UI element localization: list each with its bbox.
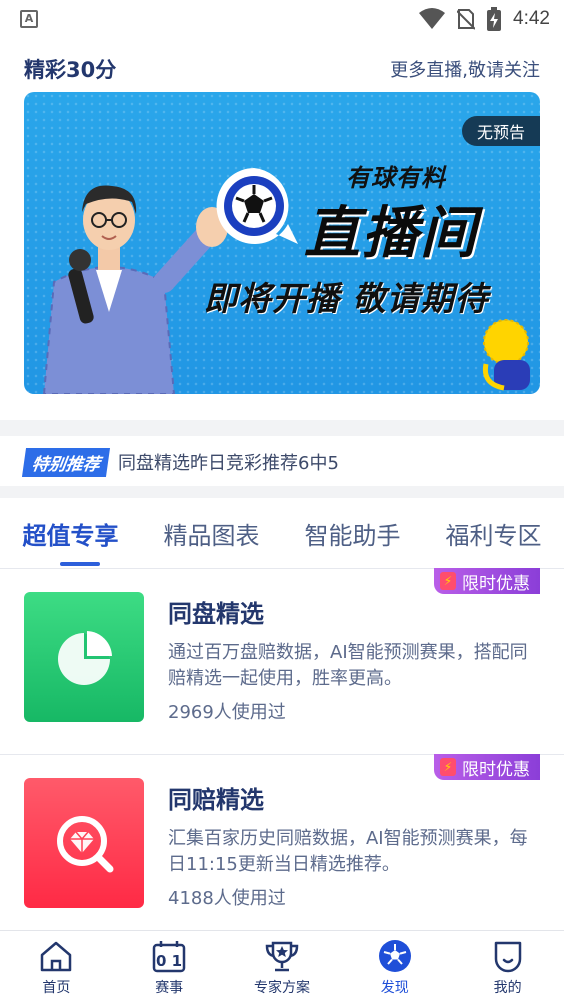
card-title: 同赔精选 [168, 786, 264, 814]
card-thumbnail [24, 592, 144, 722]
card-title: 同盘精选 [168, 600, 264, 628]
promo-badge: ⚡ 限时优惠 [434, 754, 540, 780]
product-card-same-handicap[interactable]: ⚡ 限时优惠 同盘精选 通过百万盘赔数据，AI智能预测赛果，搭配同赔精选一起使用… [0, 568, 564, 754]
special-recommend-text: 同盘精选昨日竞彩推荐6中5 [118, 453, 339, 474]
card-description: 汇集百家历史同赔数据，AI智能预测赛果，每日11:15更新当日精选推荐。 [168, 828, 528, 875]
tab-smart-assistant[interactable]: 智能助手 [282, 498, 423, 568]
nav-expert-plans[interactable]: 专家方案 [226, 931, 339, 1002]
live-banner[interactable]: 无预告 有球有料 直播间 即将开播 敬请期待 [24, 92, 540, 394]
microphone-icon [482, 319, 530, 391]
soccer-ball-icon [378, 940, 411, 972]
card-description: 通过百万盘赔数据，AI智能预测赛果，搭配同赔精选一起使用，胜率更高。 [168, 642, 528, 689]
nav-matches[interactable]: 0 1 赛事 [113, 931, 226, 1002]
profile-icon [494, 941, 521, 973]
nav-label: 首页 [42, 980, 71, 996]
tab-premium-charts[interactable]: 精品图表 [141, 498, 282, 568]
active-tab-indicator [60, 562, 100, 566]
more-live-link[interactable]: 更多直播,敬请关注 [390, 56, 540, 82]
lightning-icon: ⚡ [440, 758, 456, 776]
live-section-header: 精彩30分 更多直播,敬请关注 [24, 52, 540, 86]
svg-text:0 1: 0 1 [156, 952, 182, 970]
scoreboard-icon: 0 1 [152, 941, 186, 973]
nav-discover[interactable]: 发现 [338, 931, 451, 1002]
no-sim-icon [457, 9, 476, 30]
card-thumbnail [24, 778, 144, 908]
category-tabs: 超值专享 精品图表 智能助手 福利专区 [0, 498, 564, 568]
product-card-same-odds[interactable]: ⚡ 限时优惠 同赔精选 汇集百家历史同赔数据，AI智能预测赛果，每日11:15更… [0, 754, 564, 940]
card-usage-count: 4188人使用过 [168, 888, 286, 909]
promo-label: 限时优惠 [462, 759, 530, 780]
section-gap-2 [0, 486, 564, 498]
status-indicators: 4:42 [419, 7, 550, 31]
pie-chart-icon [58, 631, 112, 685]
nav-profile[interactable]: 我的 [451, 931, 564, 1002]
banner-tagline: 即将开播 敬请期待 [204, 279, 489, 318]
app-notification-icon: A [20, 10, 38, 28]
home-icon [41, 941, 72, 972]
special-recommend-tag: 特别推荐 [21, 447, 111, 477]
special-recommend-row[interactable]: 特别推荐 同盘精选昨日竞彩推荐6中5 [21, 446, 339, 478]
tab-value-exclusive[interactable]: 超值专享 [0, 498, 141, 568]
promo-badge: ⚡ 限时优惠 [434, 568, 540, 594]
status-bar: A 4:42 [0, 0, 564, 38]
banner-main-title: 直播间 [304, 201, 478, 266]
no-preview-badge: 无预告 [462, 116, 540, 146]
battery-charging-icon [487, 7, 502, 31]
tab-welfare-zone[interactable]: 福利专区 [423, 498, 564, 568]
section-gap-1 [0, 420, 564, 436]
trophy-icon [265, 941, 299, 972]
bottom-navigation: 首页 0 1 赛事 专家方案 发现 我的 [0, 930, 564, 1002]
clock: 4:42 [513, 8, 550, 29]
nav-label: 发现 [380, 980, 409, 996]
card-usage-count: 2969人使用过 [168, 702, 286, 723]
section-title: 精彩30分 [24, 58, 117, 82]
nav-label: 专家方案 [253, 980, 310, 996]
wifi-icon [419, 8, 446, 29]
soccer-bubble-logo [216, 168, 298, 244]
nav-label: 我的 [493, 980, 522, 996]
diamond-search-icon [57, 816, 114, 873]
nav-label: 赛事 [155, 980, 184, 996]
nav-home[interactable]: 首页 [0, 931, 113, 1002]
promo-label: 限时优惠 [462, 573, 530, 594]
lightning-icon: ⚡ [440, 572, 456, 590]
